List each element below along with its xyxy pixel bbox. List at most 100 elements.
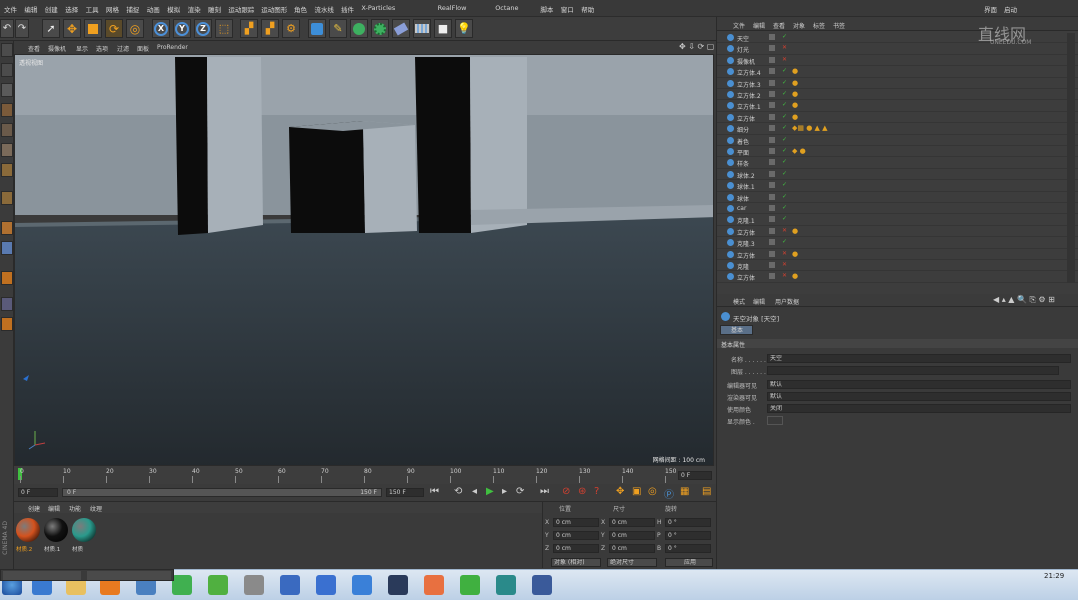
visibility-toggle-icon[interactable]: ✓ bbox=[782, 193, 787, 200]
visibility-toggle-icon[interactable]: ✓ bbox=[782, 33, 787, 40]
coord-value-field[interactable]: 0 ° bbox=[665, 544, 711, 553]
object-row[interactable]: 平面 ✓ ◆ ● bbox=[717, 146, 1078, 158]
visibility-toggle-icon[interactable]: ✓ bbox=[782, 238, 787, 245]
camera-icon[interactable]: ■ bbox=[434, 19, 452, 38]
vp-menu-view[interactable]: 查看 bbox=[28, 44, 40, 53]
layer-checkbox[interactable] bbox=[769, 250, 775, 257]
object-row[interactable]: 球体.2 ✓ bbox=[717, 169, 1078, 181]
apply-button[interactable]: 应用 bbox=[665, 558, 713, 567]
menu-item-15[interactable]: 插件 bbox=[341, 4, 354, 14]
key-rot-icon[interactable]: ◎ bbox=[648, 486, 657, 497]
layer-checkbox[interactable] bbox=[769, 216, 775, 223]
workplane-icon[interactable] bbox=[1, 103, 13, 117]
layer-checkbox[interactable] bbox=[769, 34, 775, 40]
rotate-alt-icon[interactable]: ◎ bbox=[126, 19, 144, 38]
deformer-icon[interactable] bbox=[392, 19, 410, 38]
layer-checkbox[interactable] bbox=[769, 102, 775, 109]
layer-checkbox[interactable] bbox=[769, 193, 775, 200]
am-menu-edit[interactable]: 编辑 bbox=[753, 297, 765, 306]
quantize-icon[interactable] bbox=[1, 317, 13, 331]
render-view-icon[interactable]: ▞ bbox=[240, 19, 258, 38]
menu-item-2[interactable]: 创建 bbox=[45, 4, 58, 14]
visibility-toggle-icon[interactable]: ✕ bbox=[782, 44, 787, 51]
layer-checkbox[interactable] bbox=[769, 91, 775, 97]
object-row[interactable]: 克隆.3 ✓ bbox=[717, 237, 1078, 249]
layer-checkbox[interactable] bbox=[769, 68, 775, 75]
timeline-window-icon[interactable]: ▤ bbox=[702, 486, 711, 497]
om-menu-file[interactable]: 文件 bbox=[733, 21, 745, 30]
minimized-window-2[interactable] bbox=[87, 571, 171, 580]
light-icon[interactable]: 💡 bbox=[455, 19, 473, 38]
menu-item-6[interactable]: 捕捉 bbox=[126, 4, 139, 14]
object-tags[interactable]: ● bbox=[792, 227, 798, 235]
visibility-toggle-icon[interactable]: ✕ bbox=[782, 56, 787, 63]
axis-mode-icon[interactable] bbox=[1, 191, 13, 205]
layer-checkbox[interactable] bbox=[769, 273, 775, 280]
subdivision-icon[interactable] bbox=[350, 19, 368, 38]
layer-checkbox[interactable] bbox=[769, 239, 775, 246]
menu-item-16[interactable]: X-Particles bbox=[361, 4, 395, 12]
am-menu-mode[interactable]: 模式 bbox=[733, 297, 745, 306]
object-row[interactable]: 立方体 ✓ ● bbox=[717, 112, 1078, 124]
next-frame-icon[interactable]: ▸ bbox=[502, 486, 507, 497]
key-pla-icon[interactable]: ▦ bbox=[680, 486, 689, 497]
visibility-toggle-icon[interactable]: ✓ bbox=[782, 79, 787, 86]
attr-field-value[interactable]: 默认 bbox=[767, 380, 1071, 389]
rotate-icon[interactable]: ⟳ bbox=[105, 19, 123, 38]
object-row[interactable]: 立方体 ✕ ● bbox=[717, 249, 1078, 260]
coord-value-field[interactable]: 0 cm bbox=[609, 518, 655, 527]
make-editable-icon[interactable] bbox=[1, 43, 13, 57]
app-icon-6[interactable] bbox=[316, 575, 336, 595]
object-row[interactable]: 克隆 ✕ bbox=[717, 260, 1078, 272]
model-mode-icon[interactable] bbox=[1, 63, 13, 77]
app-icon-7[interactable] bbox=[352, 575, 372, 595]
pen-icon[interactable]: ✎ bbox=[329, 19, 347, 38]
y-axis-icon[interactable]: Y bbox=[173, 19, 191, 38]
menu-item-21[interactable]: 帮助 bbox=[581, 4, 594, 14]
cube-icon[interactable] bbox=[308, 19, 326, 38]
keyframe-sel-icon[interactable]: ? bbox=[594, 486, 599, 497]
key-pos-icon[interactable]: ✥ bbox=[616, 486, 624, 497]
points-mode-icon[interactable] bbox=[1, 123, 13, 137]
menu-right-1[interactable]: 启动 bbox=[1004, 4, 1017, 14]
mat-menu-edit[interactable]: 编辑 bbox=[48, 504, 60, 513]
visibility-toggle-icon[interactable]: ✓ bbox=[782, 113, 787, 120]
material-ball[interactable] bbox=[72, 518, 96, 542]
menu-item-12[interactable]: 运动图形 bbox=[261, 4, 287, 14]
select-cursor-icon[interactable]: ➚ bbox=[42, 19, 60, 38]
coord-value-field[interactable]: 0 ° bbox=[665, 518, 711, 527]
vp-nav-icons[interactable]: ✥ ⇩ ⟳ ▢ bbox=[679, 42, 714, 51]
attr-field-value[interactable]: 关闭 bbox=[767, 404, 1071, 413]
coord-value-field[interactable]: 0 cm bbox=[609, 544, 655, 553]
coord-value-field[interactable]: 0 ° bbox=[665, 531, 711, 540]
object-tags[interactable]: ● bbox=[792, 101, 798, 109]
menu-item-7[interactable]: 动画 bbox=[147, 4, 160, 14]
attr-field-value[interactable]: 天空 bbox=[767, 354, 1071, 363]
menu-item-20[interactable]: 窗口 bbox=[561, 4, 574, 14]
layer-checkbox[interactable] bbox=[769, 262, 775, 268]
object-row[interactable]: 摄像机 ✕ bbox=[717, 55, 1078, 67]
coord-value-field[interactable]: 0 cm bbox=[553, 518, 599, 527]
record-icon[interactable]: ⊘ bbox=[562, 486, 570, 497]
layer-checkbox[interactable] bbox=[769, 227, 775, 234]
object-row[interactable]: car ✓ bbox=[717, 203, 1078, 215]
visibility-toggle-icon[interactable]: ✓ bbox=[782, 147, 787, 154]
menu-item-9[interactable]: 渲染 bbox=[188, 4, 201, 14]
object-tags[interactable]: ● bbox=[792, 113, 798, 121]
om-menu-view[interactable]: 查看 bbox=[773, 21, 785, 30]
visibility-toggle-icon[interactable]: ✓ bbox=[782, 124, 787, 131]
material-ball[interactable] bbox=[44, 518, 68, 542]
mat-menu-function[interactable]: 功能 bbox=[69, 504, 81, 513]
layer-checkbox[interactable] bbox=[769, 182, 775, 189]
app-icon-4[interactable] bbox=[244, 575, 264, 595]
layer-checkbox[interactable] bbox=[769, 148, 775, 154]
perspective-viewport[interactable]: 透视视图 网格间距 : 100 cm bbox=[14, 54, 714, 466]
visibility-toggle-icon[interactable]: ✓ bbox=[782, 136, 787, 143]
visibility-toggle-icon[interactable]: ✓ bbox=[782, 215, 787, 222]
vp-menu-display[interactable]: 显示 bbox=[76, 44, 88, 53]
menu-item-4[interactable]: 工具 bbox=[86, 4, 99, 14]
layer-checkbox[interactable] bbox=[769, 205, 775, 211]
move-icon[interactable]: ✥ bbox=[63, 19, 81, 38]
om-menu-tag[interactable]: 标签 bbox=[813, 21, 825, 30]
object-tags[interactable]: ● bbox=[792, 79, 798, 87]
